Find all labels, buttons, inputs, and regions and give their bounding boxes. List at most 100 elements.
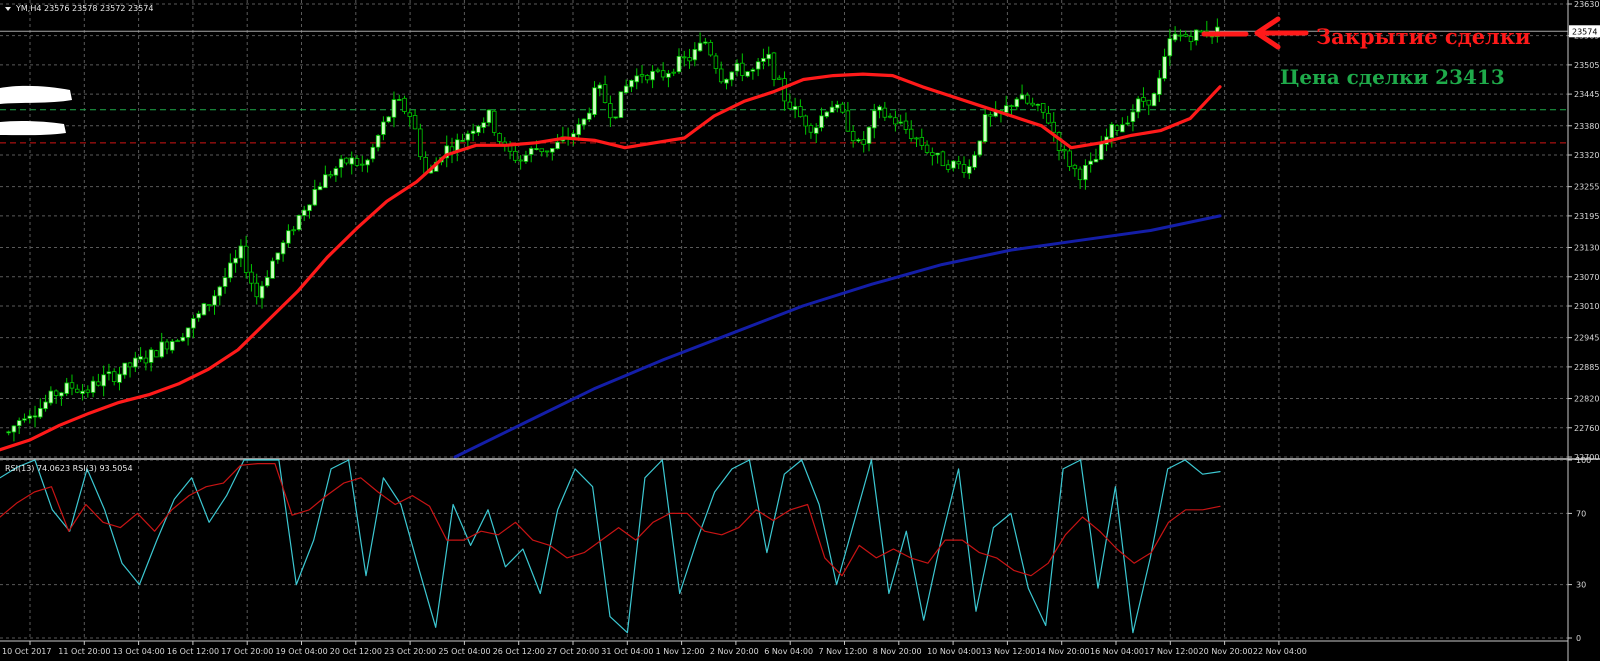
rsi-lines	[0, 459, 1221, 634]
price-tick-label: 23630	[1574, 0, 1599, 9]
candle-bullish	[623, 85, 629, 94]
candle-bearish	[497, 133, 502, 142]
rsi-fast-polyline	[0, 459, 1221, 634]
candle-bullish	[792, 106, 798, 110]
candle-bullish	[80, 390, 85, 394]
candle-bullish	[43, 401, 48, 410]
candle-bullish	[692, 49, 698, 61]
rsi-title: RSI(13) 74.0623 RSI(3) 93.5054	[5, 464, 133, 473]
time-tick-label: 1 Nov 12:00	[656, 647, 705, 656]
candle-bullish	[217, 286, 223, 297]
candle-bullish	[238, 245, 244, 259]
candle-bearish	[491, 110, 497, 133]
candle-bearish	[945, 164, 951, 170]
candle-bearish	[919, 137, 925, 146]
candle-bearish	[777, 77, 782, 80]
price-tick-label: 23195	[1574, 212, 1599, 221]
candle-bearish	[718, 68, 724, 83]
candle-bullish	[106, 371, 112, 374]
candle-bullish	[1088, 160, 1093, 165]
candle-bullish	[1162, 56, 1167, 79]
candle-bullish	[191, 318, 196, 329]
time-tick-label: 13 Oct 04:00	[113, 647, 165, 656]
candle-bearish	[639, 74, 645, 77]
candle-bullish	[745, 71, 750, 77]
candle-bullish	[1035, 103, 1041, 106]
candle-bearish	[645, 75, 650, 81]
candle-bearish	[402, 97, 407, 112]
candle-bearish	[924, 144, 930, 153]
candle-bullish	[1093, 158, 1099, 163]
candle-bearish	[1188, 36, 1194, 42]
candle-bullish	[228, 262, 233, 279]
candle-bullish	[391, 99, 397, 118]
candle-bullish	[212, 295, 217, 306]
candle-bearish	[254, 282, 259, 298]
candle-bullish	[486, 109, 492, 124]
candle-bearish	[608, 103, 613, 119]
time-tick-label: 20 Nov 20:00	[1199, 647, 1253, 656]
candle-bearish	[1072, 164, 1078, 170]
price-tick-label: 22885	[1574, 363, 1599, 372]
candle-bearish	[354, 158, 360, 166]
candle-bearish	[75, 388, 80, 393]
time-tick-label: 17 Nov 12:00	[1144, 647, 1198, 656]
price-tick-label: 23010	[1574, 302, 1599, 311]
time-tick-label: 11 Oct 20:00	[58, 647, 110, 656]
candle-bearish	[914, 137, 919, 140]
candle-bullish	[935, 152, 940, 156]
symbol-label: YM,H4	[15, 4, 41, 13]
ohlc-readout: 23576 23578 23572 23574	[44, 4, 153, 13]
candle-bullish	[196, 313, 201, 319]
candle-bearish	[360, 163, 365, 166]
candle-bearish	[887, 115, 893, 118]
candle-bullish	[90, 380, 96, 393]
candle-bullish	[270, 260, 275, 279]
candle-bearish	[544, 150, 550, 153]
time-tick-label: 10 Nov 04:00	[927, 647, 981, 656]
candle-bullish	[396, 99, 402, 101]
candle-bearish	[1062, 149, 1067, 152]
candle-bearish	[782, 78, 787, 102]
candle-bearish	[539, 148, 544, 153]
candle-bearish	[1051, 121, 1056, 133]
time-tick-label: 31 Oct 04:00	[601, 647, 653, 656]
candle-bullish	[581, 118, 587, 126]
candle-bullish	[6, 431, 11, 434]
candle-bearish	[1030, 102, 1035, 106]
candle-bearish	[988, 114, 993, 117]
time-tick-label: 19 Oct 04:00	[276, 647, 328, 656]
time-tick-label: 17 Oct 20:00	[221, 647, 273, 656]
candle-bullish	[703, 41, 708, 44]
candle-bullish	[1172, 33, 1178, 41]
time-tick-label: 27 Oct 20:00	[547, 647, 599, 656]
candle-bullish	[676, 55, 682, 73]
candle-bearish	[1025, 94, 1030, 104]
candle-bullish	[323, 174, 328, 189]
candle-bearish	[682, 56, 687, 59]
price-tick-label: 23380	[1574, 122, 1599, 131]
candle-bullish	[159, 341, 164, 358]
price-tick-label: 22760	[1574, 424, 1599, 433]
candle-bullish	[550, 148, 555, 153]
time-tick-label: 23 Oct 20:00	[384, 647, 436, 656]
candle-bullish	[724, 78, 729, 84]
candle-bearish	[845, 110, 851, 132]
candle-bearish	[840, 103, 845, 113]
rsi-slow-polyline	[0, 463, 1221, 577]
candle-bullish	[59, 392, 64, 397]
candle-bearish	[154, 350, 159, 358]
candle-bullish	[460, 140, 465, 142]
candle-bearish	[940, 151, 946, 167]
time-tick-label: 7 Nov 12:00	[819, 647, 868, 656]
candle-bullish	[465, 133, 471, 141]
candle-bearish	[249, 271, 254, 284]
candle-bullish	[1019, 94, 1025, 100]
candle-bearish	[1009, 105, 1014, 108]
candle-bullish	[349, 157, 354, 165]
price-tick-label: 23320	[1574, 151, 1599, 160]
candle-bearish	[243, 245, 249, 273]
candle-bullish	[1125, 122, 1130, 125]
candle-bearish	[175, 340, 180, 343]
candle-bullish	[259, 285, 265, 299]
